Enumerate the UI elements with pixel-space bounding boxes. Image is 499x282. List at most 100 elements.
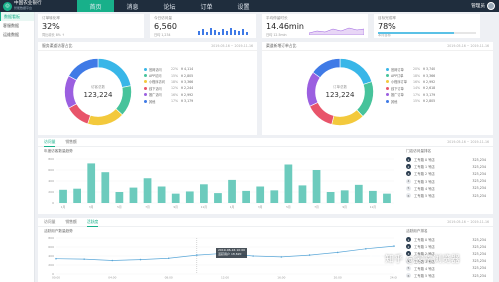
bar[interactable] <box>171 193 180 203</box>
rank-row[interactable]: 2 工专路 1 号店 323,234 <box>406 163 486 170</box>
stat-foot: 同比增长 8% ↑ <box>42 33 65 37</box>
rank-value: 323,234 <box>472 186 486 191</box>
rank-name: 工专路 3 号店 <box>414 179 435 184</box>
sidebar-item-dashboard[interactable]: 数据看板 <box>0 12 34 21</box>
bar[interactable] <box>87 163 96 203</box>
rank-title: 门店访问量排名 <box>406 149 432 153</box>
watermark: 知乎 @蒙蒂浏览器 <box>370 248 495 268</box>
stat-card-duration[interactable]: 平均停留时长 14.46min 日均 12.5min <box>262 14 368 38</box>
bar[interactable] <box>312 170 321 203</box>
rank-value: 323,234 <box>472 171 486 176</box>
bar[interactable] <box>157 186 166 204</box>
line-point[interactable] <box>139 258 142 261</box>
bar-card-tabs: 访问量 销售额 2019-05-16 ~ 2019-11-16 <box>38 138 493 147</box>
nav-tab-home[interactable]: 首页 <box>77 0 114 12</box>
nav-tab-settings[interactable]: 设置 <box>225 0 262 12</box>
stat-value: 32% <box>42 22 60 31</box>
legend-label: 线下访问 <box>149 86 162 91</box>
line-point[interactable] <box>55 257 57 260</box>
x-tick-label: 3月 <box>258 205 263 209</box>
legend-percent: 17% <box>413 92 421 97</box>
nav-tab-forum[interactable]: 论坛 <box>151 0 188 12</box>
rank-row[interactable]: 4 工专路 3 号店 323,234 <box>406 178 486 185</box>
stat-label: 目标完成率 <box>378 16 396 20</box>
bar[interactable] <box>242 190 250 203</box>
line-chart: 020040060080000:00 04:00 08:00 12:00 16:00 20… <box>48 236 397 280</box>
rank-row[interactable]: 6 工专路 5 号店 323,234 <box>406 192 486 199</box>
user-name: 管理员 <box>471 4 485 9</box>
bar[interactable] <box>200 184 208 203</box>
card-date-range[interactable]: 2019-05-16 ~ 2019-11-16 <box>211 44 253 48</box>
stat-card-conversion[interactable]: 订单转化率 32% 同比增长 8% ↑ <box>38 14 144 38</box>
card-date-range[interactable]: 2019-05-16 ~ 2019-11-16 <box>447 220 489 224</box>
rank-row[interactable]: 1 工专路 0 号店 323,234 <box>406 156 486 163</box>
legend-item[interactable]: 其他 17% ¥ 3,179 <box>144 98 199 104</box>
tab-visits[interactable]: 访问量 <box>44 138 56 147</box>
rank-value: 323,234 <box>472 157 486 162</box>
line-point[interactable] <box>83 258 85 260</box>
line-point[interactable] <box>308 254 311 256</box>
bar[interactable] <box>354 184 363 203</box>
bar[interactable] <box>214 193 222 203</box>
donut-chart-orders: 订单总数 123,224 <box>304 56 376 128</box>
bar[interactable] <box>340 190 349 203</box>
line-point[interactable] <box>111 259 114 262</box>
legend-item[interactable]: 其他 15% ¥ 2,805 <box>386 98 441 104</box>
rank-row[interactable]: 6 工专路 5 号店 323,234 <box>406 272 486 279</box>
rank-row[interactable]: 3 工专路 2 号店 323,234 <box>406 170 486 177</box>
card-date-range[interactable]: 2019-05-16 ~ 2019-11-16 <box>447 140 489 144</box>
bar[interactable] <box>228 179 236 203</box>
bar[interactable] <box>101 172 110 203</box>
bar[interactable] <box>298 185 307 203</box>
rank-number: 6 <box>406 273 411 279</box>
x-tick-label: 5月 <box>117 205 122 209</box>
card-date-range[interactable]: 2019-05-16 ~ 2019-11-16 <box>447 44 489 48</box>
sidebar-item-service[interactable]: 客服数据 <box>0 21 34 30</box>
bar[interactable] <box>284 164 293 204</box>
card-title: 服务渠道访客占比 <box>42 43 73 48</box>
bar[interactable] <box>129 187 138 203</box>
bar[interactable] <box>73 188 81 203</box>
line-point[interactable] <box>393 245 395 247</box>
rank-number: 5 <box>406 185 411 191</box>
stat-card-target[interactable]: 目标完成率 78% 本月目标 <box>374 14 480 38</box>
tab-sales[interactable]: 销售额 <box>65 218 76 227</box>
rank-row[interactable]: 1 工专路 0 号店 323,234 <box>406 236 486 243</box>
bar[interactable] <box>143 178 152 203</box>
legend-dot <box>144 74 147 78</box>
bar[interactable] <box>115 192 124 203</box>
rank-row[interactable]: 5 工专路 4 号店 323,234 <box>406 185 486 192</box>
line-point[interactable] <box>365 248 367 250</box>
bar[interactable] <box>369 190 377 203</box>
user-menu[interactable]: 管理员 <box>471 2 499 10</box>
stat-card-visits[interactable]: 今日访问量 6,560 日均 1,234 <box>150 14 256 38</box>
line-point[interactable] <box>167 257 170 260</box>
logo[interactable]: ◎ 中国农业银行 智能数据平台 <box>0 1 55 11</box>
donut-card-orders: 渠道新增订单占比 2019-05-16 ~ 2019-11-16 订单总数 12… <box>262 42 493 135</box>
tab-visits[interactable]: 访问量 <box>44 218 55 227</box>
line-point[interactable] <box>252 255 254 257</box>
sidebar-item-ops[interactable]: 运维数据 <box>0 30 34 39</box>
x-tick-label: 11月 <box>201 205 208 209</box>
line-point[interactable] <box>280 256 283 258</box>
y-tick-label: 800 <box>48 157 54 161</box>
bar[interactable] <box>256 186 265 204</box>
bar[interactable] <box>270 190 279 203</box>
bar-chart-title: 年度访客数量趋势 <box>44 149 73 153</box>
bar[interactable] <box>383 193 391 203</box>
nav-tab-orders[interactable]: 订单 <box>188 0 225 12</box>
tooltip-value: 活跃用户 18,620 <box>218 251 242 256</box>
rank-value: 323,234 <box>472 273 486 278</box>
tab-sales[interactable]: 销售额 <box>65 138 76 147</box>
line-point[interactable] <box>196 254 198 256</box>
x-tick-label: 7月 <box>314 205 319 209</box>
nav-tab-messages[interactable]: 消息 <box>114 0 151 12</box>
bar[interactable] <box>326 192 335 203</box>
line-point[interactable] <box>336 251 339 254</box>
legend-value: ¥ 3,740 <box>423 67 436 72</box>
avatar[interactable] <box>487 2 495 10</box>
bar[interactable] <box>59 189 67 203</box>
bar[interactable] <box>185 191 194 203</box>
tab-activity[interactable]: 活跃度 <box>86 218 99 227</box>
rank-value: 323,234 <box>472 179 486 184</box>
